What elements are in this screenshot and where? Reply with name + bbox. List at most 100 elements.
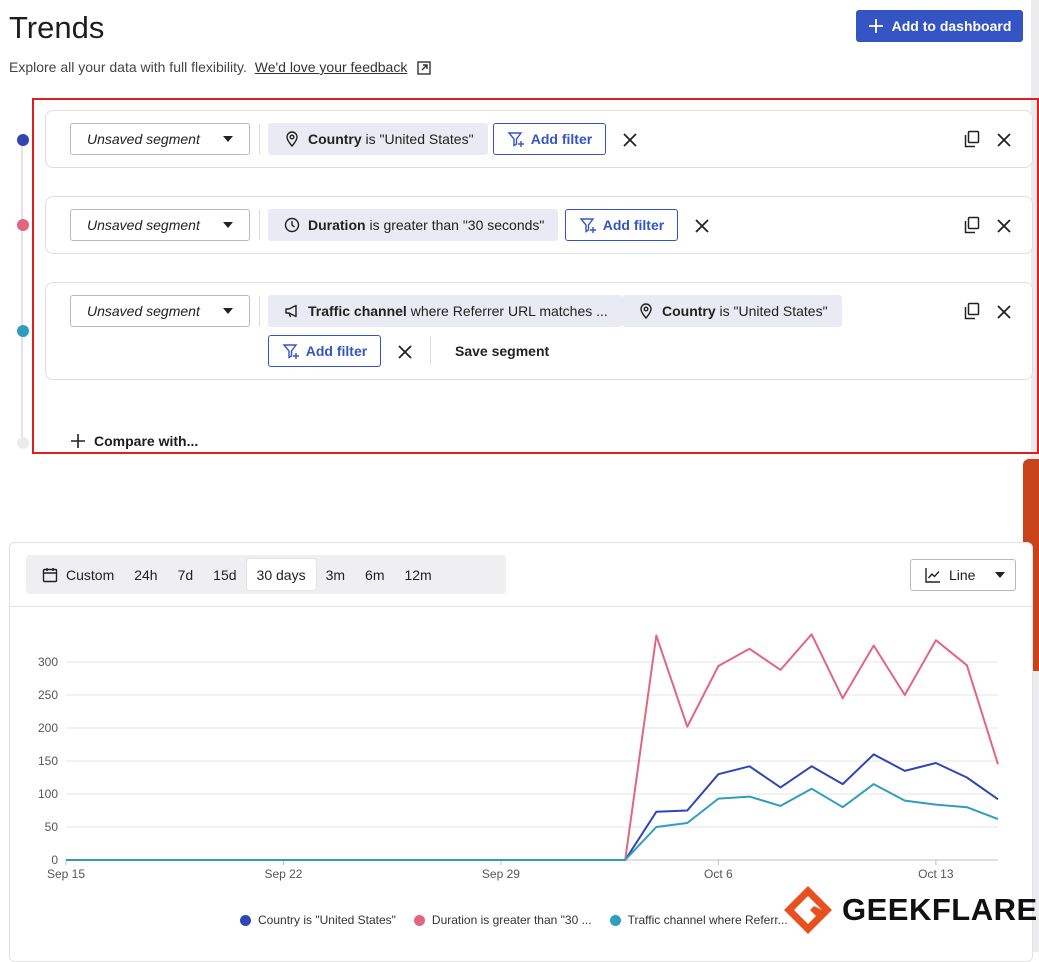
- save-segment-button[interactable]: Save segment: [455, 343, 549, 359]
- filter-plus-icon: [579, 218, 596, 233]
- range-option-30-days[interactable]: 30 days: [246, 559, 316, 590]
- segment-color-dot: [17, 437, 29, 449]
- filter-text: is "United States": [715, 303, 828, 319]
- segment-card: Unsaved segment Duration is greater than…: [45, 196, 1033, 254]
- duplicate-icon[interactable]: [963, 130, 981, 148]
- duplicate-icon[interactable]: [963, 302, 981, 320]
- series-line-3: [66, 783, 999, 861]
- range-option-3m[interactable]: 3m: [316, 559, 355, 590]
- close-icon[interactable]: [693, 217, 711, 235]
- chevron-down-icon: [995, 572, 1006, 578]
- chart-legend: Country is "United States" Duration is g…: [240, 913, 788, 927]
- segment-timeline: [21, 140, 23, 440]
- range-option-24h[interactable]: 24h: [124, 559, 167, 590]
- remove-segment-icon[interactable]: [995, 217, 1013, 235]
- y-tick-label: 250: [38, 688, 58, 702]
- divider: [259, 210, 260, 240]
- filter-chip[interactable]: Duration is greater than "30 seconds": [268, 209, 559, 241]
- filter-chip[interactable]: Country is "United States": [268, 123, 488, 155]
- x-tick-label: Oct 13: [918, 867, 954, 881]
- range-option-15d[interactable]: 15d: [203, 559, 246, 590]
- close-icon[interactable]: [396, 343, 414, 361]
- page-title: Trends: [9, 10, 105, 45]
- calendar-icon: [42, 567, 58, 582]
- brand-watermark: GEEKFLARE: [782, 884, 1038, 936]
- brand-name: GEEKFLARE: [842, 892, 1038, 927]
- divider: [430, 337, 431, 365]
- legend-color-dot: [413, 914, 425, 926]
- chevron-down-icon: [223, 308, 233, 314]
- segment-select[interactable]: Unsaved segment: [70, 295, 250, 327]
- y-tick-label: 50: [45, 820, 59, 834]
- series-line-2: [66, 633, 999, 861]
- y-tick-label: 200: [38, 721, 58, 735]
- legend-item[interactable]: Country is "United States": [240, 913, 396, 927]
- filter-field: Country: [662, 303, 716, 319]
- duplicate-icon[interactable]: [963, 216, 981, 234]
- add-filter-button[interactable]: Add filter: [493, 123, 606, 155]
- series-line-1: [66, 753, 999, 861]
- segment-card: Unsaved segment Traffic channel where Re…: [45, 282, 1033, 380]
- segment-select[interactable]: Unsaved segment: [70, 123, 250, 155]
- legend-label: Traffic channel where Referr...: [627, 913, 788, 927]
- filter-plus-icon: [507, 132, 524, 147]
- legend-color-dot: [240, 914, 251, 926]
- chevron-down-icon: [223, 222, 233, 228]
- clock-icon: [284, 217, 300, 233]
- range-option-12m[interactable]: 12m: [394, 559, 441, 590]
- compare-with-label: Compare with...: [94, 433, 199, 449]
- segment-card: Unsaved segment Country is "United State…: [45, 110, 1033, 168]
- plus-icon: [71, 434, 85, 448]
- plus-icon: [868, 19, 883, 33]
- add-filter-label: Add filter: [530, 131, 593, 147]
- x-tick-label: Oct 6: [704, 867, 733, 881]
- chart-type-select[interactable]: Line: [910, 559, 1016, 591]
- geekflare-logo-icon: [784, 886, 832, 934]
- page-subtitle: Explore all your data with full flexibil…: [9, 59, 431, 78]
- segment-select-label: Unsaved segment: [87, 217, 200, 233]
- filter-field: Duration: [308, 217, 366, 233]
- divider: [259, 124, 260, 154]
- compare-with-button[interactable]: Compare with...: [70, 433, 198, 449]
- segment-color-dot: [17, 219, 29, 231]
- filter-chip[interactable]: Traffic channel where Referrer URL match…: [268, 295, 622, 327]
- line-chart-icon: [925, 568, 940, 583]
- segment-color-dot: [17, 325, 29, 337]
- close-icon[interactable]: [621, 131, 639, 149]
- remove-segment-icon[interactable]: [995, 303, 1013, 321]
- y-tick-label: 300: [38, 655, 58, 669]
- x-tick-label: Sep 29: [482, 867, 520, 881]
- segment-select-label: Unsaved segment: [87, 303, 200, 319]
- filter-plus-icon: [282, 344, 299, 359]
- legend-label: Country is "United States": [258, 913, 396, 927]
- filter-text: where Referrer URL matches ...: [406, 303, 608, 319]
- x-tick-label: Sep 15: [47, 867, 85, 881]
- legend-item[interactable]: Traffic channel where Referr...: [609, 913, 788, 927]
- feedback-link[interactable]: We'd love your feedback: [255, 59, 408, 75]
- date-range-selector: Custom 24h 7d 15d 30 days 3m 6m 12m: [26, 555, 506, 594]
- segment-select-label: Unsaved segment: [87, 131, 200, 147]
- chart-type-label: Line: [949, 567, 976, 583]
- custom-range-label: Custom: [66, 566, 115, 583]
- custom-range-button[interactable]: Custom: [32, 559, 124, 590]
- range-option-7d[interactable]: 7d: [168, 559, 204, 590]
- add-filter-button[interactable]: Add filter: [268, 335, 381, 367]
- x-tick-label: Sep 22: [264, 867, 302, 881]
- megaphone-icon: [285, 304, 297, 318]
- location-pin-icon: [286, 131, 298, 147]
- legend-item[interactable]: Duration is greater than "30 ...: [413, 913, 592, 927]
- y-tick-label: 100: [38, 787, 58, 801]
- add-to-dashboard-label: Add to dashboard: [891, 18, 1012, 34]
- segment-select[interactable]: Unsaved segment: [70, 209, 250, 241]
- filter-field: Country: [308, 131, 362, 147]
- add-to-dashboard-button[interactable]: Add to dashboard: [856, 10, 1023, 42]
- range-option-6m[interactable]: 6m: [355, 559, 394, 590]
- location-pin-icon: [640, 303, 652, 319]
- add-filter-button[interactable]: Add filter: [565, 209, 678, 241]
- trend-line-chart: 0 50 100 150 200 250 300 Sep 15 Sep 22 Sep 29 Oct …: [38, 633, 999, 881]
- divider: [259, 296, 260, 326]
- filter-chip[interactable]: Country is "United States": [622, 295, 842, 327]
- remove-segment-icon[interactable]: [995, 131, 1013, 149]
- external-link-icon[interactable]: [417, 61, 431, 78]
- chevron-down-icon: [223, 136, 233, 142]
